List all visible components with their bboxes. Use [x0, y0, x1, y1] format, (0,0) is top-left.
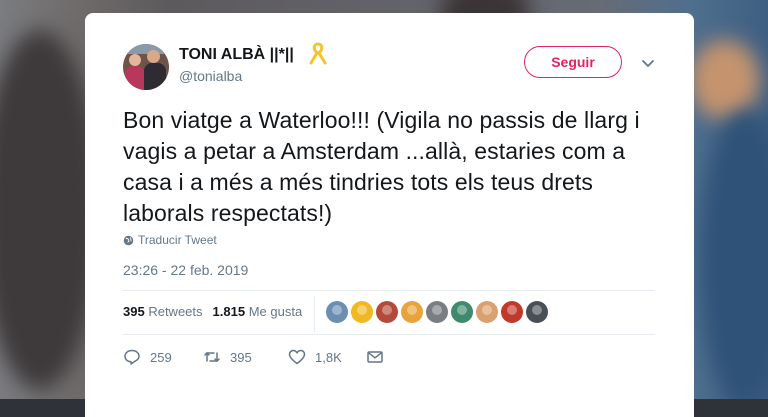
- likes-count: 1.815: [212, 304, 246, 319]
- retweets-label: Retweets: [148, 304, 203, 319]
- tweet-text: Bon viatge a Waterloo!!! (Vigila no pass…: [123, 107, 640, 226]
- tweet-card: TONI ALBÀ ||*|| @tonialba Seguir Bon via…: [85, 13, 694, 417]
- follow-button[interactable]: Seguir: [524, 46, 622, 78]
- translate-tweet-link[interactable]: Traducir Tweet: [123, 233, 217, 247]
- chevron-down-icon[interactable]: [641, 59, 655, 69]
- tweet-timestamp[interactable]: 23:26 - 22 feb. 2019: [123, 262, 248, 278]
- reply-count: 259: [150, 349, 172, 365]
- envelope-icon: [367, 351, 383, 363]
- liker-avatar[interactable]: [426, 301, 448, 323]
- heart-icon: [288, 349, 306, 365]
- reply-icon: [124, 349, 140, 365]
- retweets-stat[interactable]: 395 Retweets: [123, 304, 203, 319]
- retweet-count: 395: [230, 349, 252, 365]
- retweets-count: 395: [123, 304, 145, 319]
- liker-avatar[interactable]: [501, 301, 523, 323]
- direct-message-button[interactable]: [366, 348, 384, 366]
- divider: [123, 290, 655, 291]
- retweet-icon: [204, 352, 220, 362]
- globe-icon: [123, 235, 134, 245]
- retweet-button[interactable]: 395: [203, 348, 288, 366]
- liker-avatar[interactable]: [376, 301, 398, 323]
- author-handle[interactable]: @tonialba: [179, 68, 242, 84]
- author-name[interactable]: TONI ALBÀ ||*||: [179, 46, 294, 64]
- likes-label: Me gusta: [248, 304, 303, 319]
- like-count: 1,8K: [315, 349, 342, 365]
- yellow-ribbon-icon: [309, 42, 327, 65]
- liker-avatar[interactable]: [351, 301, 373, 323]
- divider: [314, 296, 315, 332]
- liker-avatar[interactable]: [526, 301, 548, 323]
- like-button[interactable]: 1,8K: [288, 348, 366, 366]
- tweet-stats: 395 Retweets 1.815 Me gusta: [123, 304, 302, 319]
- tweet-actions: 259 395 1,8K: [123, 348, 384, 366]
- liker-avatar[interactable]: [326, 301, 348, 323]
- translate-label[interactable]: Traducir Tweet: [138, 233, 217, 247]
- liker-avatar[interactable]: [401, 301, 423, 323]
- avatar[interactable]: [123, 44, 169, 90]
- divider: [123, 334, 655, 335]
- liker-avatars: [326, 301, 548, 323]
- likes-stat[interactable]: 1.815 Me gusta: [213, 304, 303, 319]
- liker-avatar[interactable]: [476, 301, 498, 323]
- reply-button[interactable]: 259: [123, 348, 203, 366]
- liker-avatar[interactable]: [451, 301, 473, 323]
